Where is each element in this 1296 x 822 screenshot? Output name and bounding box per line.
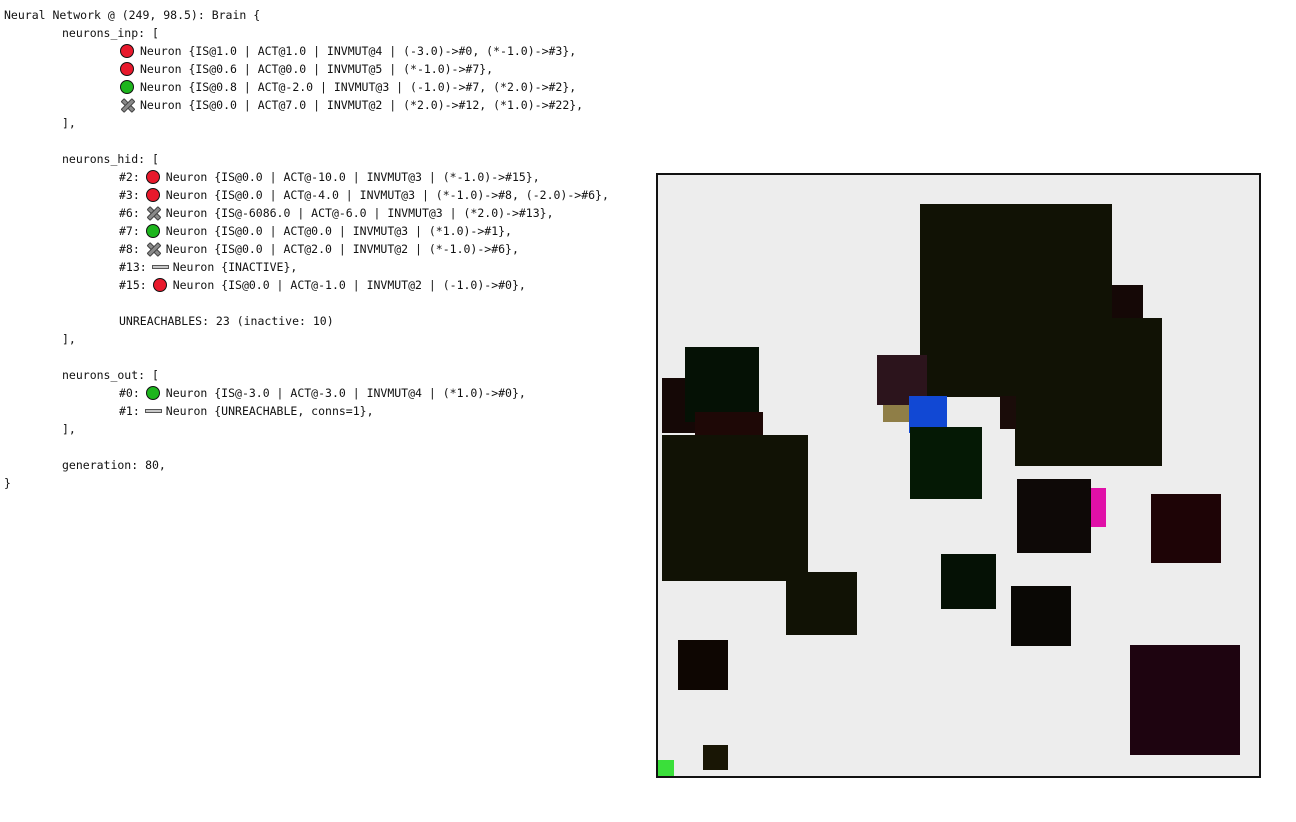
green-circle-icon [145,223,161,239]
unreachables-summary: UNREACHABLES: 23 (inactive: 10) [119,314,334,328]
generation-line: generation: 80, [62,458,166,472]
neuron-text: Neuron {IS@0.0 | ACT@-10.0 | INVMUT@3 | … [165,170,540,184]
food-block [786,572,857,635]
inputs-open: neurons_inp: [ [62,26,159,40]
input-neuron-row: Neuron {IS@0.8 | ACT@-2.0 | INVMUT@3 | (… [4,78,609,96]
neuron-text: Neuron {INACTIVE}, [172,260,298,274]
neuron-index: #1: [119,404,140,418]
red-circle-icon [119,43,135,59]
neuron-index: #15: [119,278,147,292]
neuron-text: Neuron {IS@0.8 | ACT@-2.0 | INVMUT@3 | (… [140,80,577,94]
input-neuron-row: Neuron {IS@1.0 | ACT@1.0 | INVMUT@4 | (-… [4,42,609,60]
neuron-text: Neuron {IS@1.0 | ACT@1.0 | INVMUT@4 | (-… [140,44,577,58]
green-circle-icon [119,79,135,95]
neuron-text: Neuron {IS@-3.0 | ACT@-3.0 | INVMUT@4 | … [165,386,526,400]
neuron-index: #8: [119,242,140,256]
red-circle-icon [152,277,168,293]
simulation-canvas[interactable] [656,173,1261,778]
neuron-text: Neuron {IS@0.0 | ACT@2.0 | INVMUT@2 | (*… [165,242,519,256]
red-circle-icon [145,169,161,185]
food-block [1011,586,1071,646]
neuron-index: #7: [119,224,140,238]
cross-icon [145,241,161,257]
hidden-neuron-row: #2: Neuron {IS@0.0 | ACT@-10.0 | INVMUT@… [4,168,609,186]
hidden-close: ], [62,332,76,346]
food-block [1112,285,1143,318]
brain-header: Neural Network @ (249, 98.5): Brain { [4,8,261,22]
food-block [685,347,759,422]
output-neuron-row: #0: Neuron {IS@-3.0 | ACT@-3.0 | INVMUT@… [4,384,609,402]
cross-icon [145,205,161,221]
brain-dump: Neural Network @ (249, 98.5): Brain { ne… [4,6,609,492]
output-neuron-row: #1: Neuron {UNREACHABLE, conns=1}, [4,402,609,420]
food-block [1000,396,1016,429]
marker-magenta [1091,488,1106,527]
neuron-text: Neuron {IS@0.0 | ACT@-1.0 | INVMUT@2 | (… [172,278,526,292]
cross-icon [119,97,135,113]
food-block [703,745,728,770]
food-block [662,435,808,581]
input-neuron-row: Neuron {IS@0.6 | ACT@0.0 | INVMUT@5 | (*… [4,60,609,78]
food-block [1130,645,1240,755]
neuron-text: Neuron {IS@0.0 | ACT@0.0 | INVMUT@3 | (*… [165,224,512,238]
neuron-index: #6: [119,206,140,220]
red-circle-icon [145,187,161,203]
food-block [1017,479,1091,553]
neuron-index: #0: [119,386,140,400]
food-block [910,427,982,499]
neuron-text: Neuron {UNREACHABLE, conns=1}, [165,404,374,418]
outputs-close: ], [62,422,76,436]
food-block [1015,318,1162,466]
brain-close: } [4,476,11,490]
hidden-neuron-row: #7: Neuron {IS@0.0 | ACT@0.0 | INVMUT@3 … [4,222,609,240]
neuron-text: Neuron {IS@0.0 | ACT@7.0 | INVMUT@2 | (*… [140,98,584,112]
hidden-neuron-row: #3: Neuron {IS@0.0 | ACT@-4.0 | INVMUT@3… [4,186,609,204]
neuron-index: #2: [119,170,140,184]
input-neuron-row: Neuron {IS@0.0 | ACT@7.0 | INVMUT@2 | (*… [4,96,609,114]
neuron-text: Neuron {IS@0.6 | ACT@0.0 | INVMUT@5 | (*… [140,62,494,76]
marker-olive [883,405,909,422]
green-circle-icon [145,385,161,401]
marker-green [658,760,674,776]
hidden-open: neurons_hid: [ [62,152,159,166]
food-block [678,640,728,690]
food-block [695,412,763,436]
outputs-open: neurons_out: [ [62,368,159,382]
red-circle-icon [119,61,135,77]
neuron-text: Neuron {IS@-6086.0 | ACT@-6.0 | INVMUT@3… [165,206,554,220]
inactive-bar-icon [144,403,162,419]
food-block [1151,494,1221,563]
hidden-neuron-row: #6: Neuron {IS@-6086.0 | ACT@-6.0 | INVM… [4,204,609,222]
inputs-close: ], [62,116,76,130]
neuron-text: Neuron {IS@0.0 | ACT@-4.0 | INVMUT@3 | (… [165,188,609,202]
food-block [941,554,996,609]
inactive-bar-icon [151,259,169,275]
hidden-neuron-row: #8: Neuron {IS@0.0 | ACT@2.0 | INVMUT@2 … [4,240,609,258]
neuron-index: #13: [119,260,147,274]
neuron-index: #3: [119,188,140,202]
hidden-neuron-row: #15: Neuron {IS@0.0 | ACT@-1.0 | INVMUT@… [4,276,609,294]
hidden-neuron-row: #13: Neuron {INACTIVE}, [4,258,609,276]
